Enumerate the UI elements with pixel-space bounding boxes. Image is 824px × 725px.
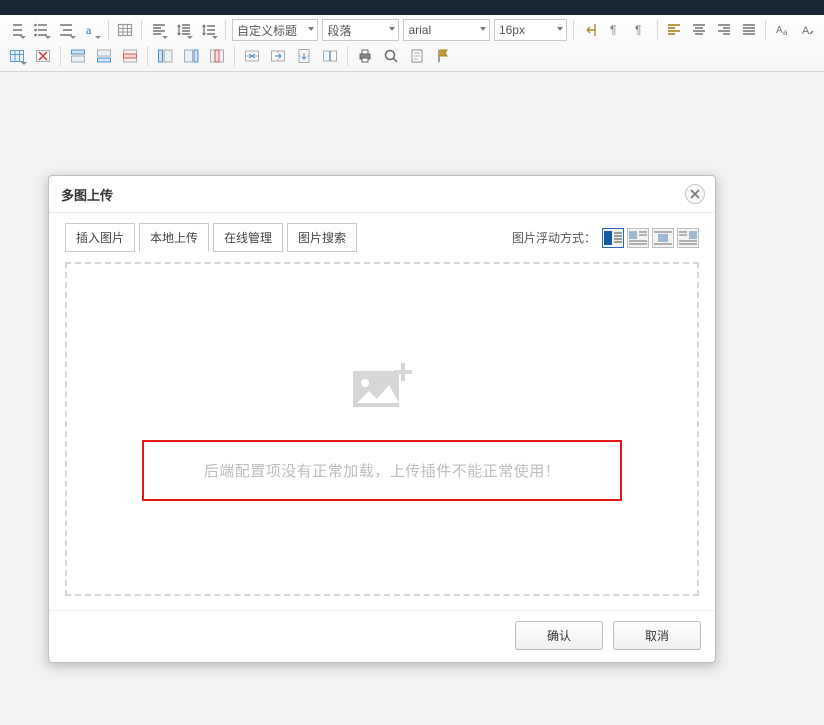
- preview-icon[interactable]: [379, 44, 403, 68]
- delete-table-icon[interactable]: [31, 44, 55, 68]
- align-justify-icon[interactable]: [737, 18, 760, 42]
- dir-rtl-icon[interactable]: [579, 18, 602, 42]
- line-spacing-icon[interactable]: [197, 18, 220, 42]
- editor-toolbar: a 自定义标题 段落 arial 16px ¶ ¶ Aa A: [0, 15, 824, 72]
- insert-row-before-icon[interactable]: [66, 44, 90, 68]
- font-size-value: 16px: [499, 23, 525, 37]
- ordered-list-icon[interactable]: [5, 18, 28, 42]
- insert-col-after-icon[interactable]: [179, 44, 203, 68]
- insert-col-before-icon[interactable]: [153, 44, 177, 68]
- close-icon: [690, 189, 700, 199]
- tab-online-manage[interactable]: 在线管理: [213, 223, 283, 252]
- pilcrow-left-icon[interactable]: ¶: [604, 18, 627, 42]
- merge-cells-icon[interactable]: [240, 44, 264, 68]
- font-family-value: arial: [408, 23, 431, 37]
- tab-image-search[interactable]: 图片搜索: [287, 223, 357, 252]
- pilcrow-right-icon[interactable]: ¶: [629, 18, 652, 42]
- align-center-icon[interactable]: [688, 18, 711, 42]
- align-left-active-icon[interactable]: [663, 18, 686, 42]
- svg-text:a: a: [86, 23, 92, 37]
- cancel-button[interactable]: 取消: [613, 621, 701, 650]
- split-cells-icon[interactable]: [318, 44, 342, 68]
- float-left-option[interactable]: [627, 228, 649, 248]
- insert-row-after-icon[interactable]: [92, 44, 116, 68]
- svg-text:A: A: [776, 25, 783, 36]
- upload-drop-zone[interactable]: 后端配置项没有正常加载，上传插件不能正常使用！: [65, 262, 699, 596]
- tab-local-upload[interactable]: 本地上传: [139, 223, 209, 252]
- svg-text:¶: ¶: [635, 23, 641, 37]
- print-icon[interactable]: [353, 44, 377, 68]
- delete-row-icon[interactable]: [118, 44, 142, 68]
- font-family-select[interactable]: arial: [403, 19, 489, 41]
- heading-style-value: 自定义标题: [237, 22, 297, 39]
- image-placeholder-icon: [347, 357, 417, 416]
- heading-style-select[interactable]: 自定义标题: [232, 19, 318, 41]
- table-icon[interactable]: [114, 18, 137, 42]
- merge-down-icon[interactable]: [292, 44, 316, 68]
- merge-right-icon[interactable]: [266, 44, 290, 68]
- delete-col-icon[interactable]: [205, 44, 229, 68]
- format-copy-icon[interactable]: A: [796, 18, 819, 42]
- paragraph-value: 段落: [327, 22, 351, 39]
- float-label: 图片浮动方式：: [512, 229, 602, 246]
- align-left-icon[interactable]: [147, 18, 170, 42]
- ok-button[interactable]: 确认: [515, 621, 603, 650]
- editor-canvas: 多图上传 插入图片 本地上传 在线管理 图片搜索 图片浮动方式：: [0, 72, 824, 722]
- svg-text:¶: ¶: [610, 23, 616, 37]
- multi-image-upload-dialog: 多图上传 插入图片 本地上传 在线管理 图片搜索 图片浮动方式：: [48, 175, 716, 663]
- paragraph-select[interactable]: 段落: [322, 19, 399, 41]
- font-style-a-icon[interactable]: a: [80, 18, 103, 42]
- float-default-option[interactable]: [602, 228, 624, 248]
- indent-list-icon[interactable]: [55, 18, 78, 42]
- font-size-select[interactable]: 16px: [494, 19, 567, 41]
- paragraph-spacing-icon[interactable]: [172, 18, 195, 42]
- svg-text:a: a: [783, 28, 788, 37]
- unordered-list-icon[interactable]: [30, 18, 53, 42]
- float-options: [602, 228, 699, 248]
- dialog-close-button[interactable]: [685, 184, 705, 204]
- insert-table-icon[interactable]: [5, 44, 29, 68]
- svg-text:A: A: [802, 25, 810, 37]
- float-center-option[interactable]: [652, 228, 674, 248]
- document-icon[interactable]: [405, 44, 429, 68]
- flag-icon[interactable]: [431, 44, 455, 68]
- align-right-icon[interactable]: [712, 18, 735, 42]
- clear-format-icon[interactable]: Aa: [771, 18, 794, 42]
- float-right-option[interactable]: [677, 228, 699, 248]
- dialog-tabbar: 插入图片 本地上传 在线管理 图片搜索 图片浮动方式：: [65, 223, 699, 252]
- tab-insert-image[interactable]: 插入图片: [65, 223, 135, 252]
- upload-error-message: 后端配置项没有正常加载，上传插件不能正常使用！: [142, 440, 623, 501]
- dialog-title: 多图上传: [61, 185, 113, 204]
